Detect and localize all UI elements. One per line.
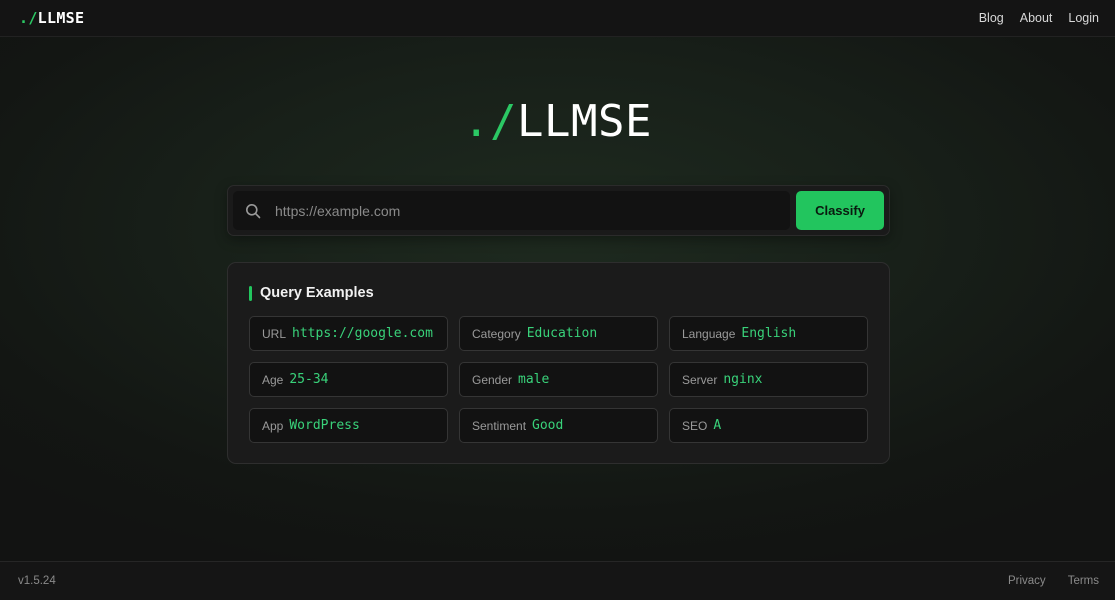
- hero-name: LLMSE: [517, 96, 652, 147]
- example-chip-gender[interactable]: Gender male: [459, 362, 658, 397]
- hero-title: ./LLMSE: [0, 96, 1115, 147]
- query-examples-panel: Query Examples URL https://google.com Cat…: [227, 262, 890, 464]
- example-chip-category[interactable]: Category Education: [459, 316, 658, 351]
- example-chip-language[interactable]: Language English: [669, 316, 868, 351]
- chip-value: male: [518, 372, 550, 387]
- hero-prefix: ./: [463, 96, 518, 147]
- classify-button[interactable]: Classify: [796, 191, 884, 230]
- chip-key: SEO: [682, 418, 708, 433]
- nav-about-link[interactable]: About: [1020, 11, 1053, 25]
- chip-value: https://google.com: [292, 326, 433, 341]
- example-chip-app[interactable]: App WordPress: [249, 408, 448, 443]
- nav-blog-link[interactable]: Blog: [979, 11, 1004, 25]
- chip-value: A: [713, 418, 722, 433]
- examples-grid: URL https://google.com Category Education …: [249, 316, 868, 443]
- url-search-input[interactable]: [275, 191, 790, 230]
- chip-key: Server: [682, 372, 718, 387]
- chip-value: nginx: [723, 372, 763, 387]
- chip-value: WordPress: [289, 418, 360, 433]
- search-field-wrapper: [233, 191, 790, 230]
- chip-key: App: [262, 418, 284, 433]
- chip-value: English: [741, 326, 797, 341]
- nav-login-link[interactable]: Login: [1068, 11, 1099, 25]
- footer-links: Privacy Terms: [1008, 575, 1099, 587]
- brand-name: LLMSE: [37, 9, 85, 27]
- example-chip-age[interactable]: Age 25-34: [249, 362, 448, 397]
- terms-link[interactable]: Terms: [1068, 575, 1099, 587]
- brand-logo[interactable]: ./LLMSE: [19, 9, 84, 27]
- chip-key: URL: [262, 326, 287, 341]
- example-chip-seo[interactable]: SEO A: [669, 408, 868, 443]
- chip-value: 25-34: [289, 372, 329, 387]
- chip-key: Gender: [472, 372, 513, 387]
- accent-bar: [249, 285, 252, 301]
- chip-key: Age: [262, 372, 284, 387]
- query-examples-title: Query Examples: [260, 285, 374, 301]
- chip-value: Good: [532, 418, 564, 433]
- query-examples-heading: Query Examples: [249, 283, 868, 303]
- privacy-link[interactable]: Privacy: [1008, 575, 1046, 587]
- nav-links: Blog About Login: [979, 11, 1099, 25]
- top-navbar: ./LLMSE Blog About Login: [0, 0, 1115, 37]
- footer: v1.5.24 Privacy Terms: [0, 561, 1115, 600]
- chip-key: Sentiment: [472, 418, 527, 433]
- chip-value: Education: [526, 326, 598, 341]
- search-bar: Classify: [227, 185, 890, 236]
- example-chip-sentiment[interactable]: Sentiment Good: [459, 408, 658, 443]
- version-label: v1.5.24: [18, 575, 56, 587]
- search-icon: [246, 203, 261, 218]
- chip-key: Language: [682, 326, 736, 341]
- example-chip-url[interactable]: URL https://google.com: [249, 316, 448, 351]
- chip-key: Category: [472, 326, 521, 341]
- brand-prefix: ./: [19, 9, 38, 27]
- example-chip-server[interactable]: Server nginx: [669, 362, 868, 397]
